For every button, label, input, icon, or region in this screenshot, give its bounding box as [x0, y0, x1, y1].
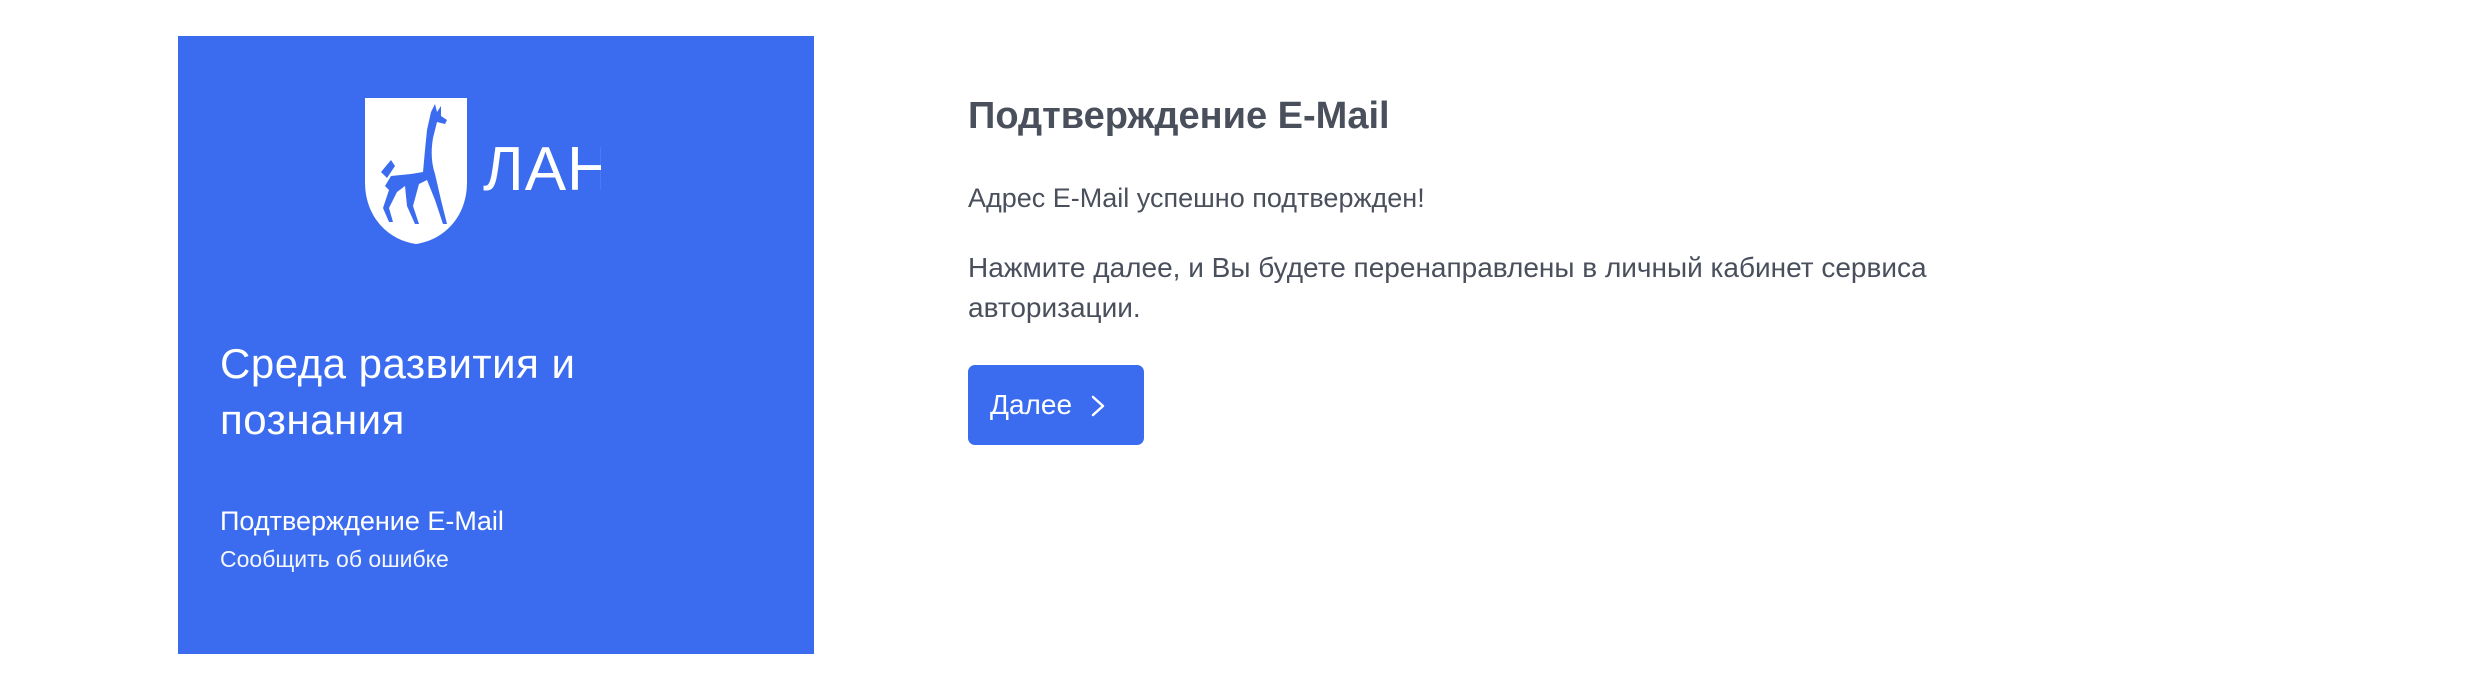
redirect-instruction: Нажмите далее, и Вы будете перенаправлен…: [968, 252, 1927, 323]
brand-panel: ЛАНЬ Среда развития и познания Подтвержд…: [178, 36, 814, 654]
panel-section-label: Подтверждение E-Mail: [220, 506, 504, 536]
logo-wordmark: ЛАНЬ: [483, 135, 601, 204]
success-message: Адрес E-Mail успешно подтвержден!: [968, 183, 1425, 213]
brand-logo: ЛАНЬ: [361, 90, 601, 250]
next-button-label: Далее: [990, 389, 1073, 420]
page: ЛАНЬ Среда развития и познания Подтвержд…: [0, 0, 2481, 684]
brand-tagline: Среда развития и познания: [220, 340, 576, 443]
page-title: Подтверждение E-Mail: [968, 95, 1390, 137]
report-error-link[interactable]: Сообщить об ошибке: [220, 544, 449, 574]
chevron-right-icon: [1088, 393, 1108, 417]
deer-shield-logo-icon: ЛАНЬ: [365, 98, 601, 244]
content-area: Подтверждение E-Mail Адрес E-Mail успешн…: [968, 92, 2068, 445]
next-button[interactable]: Далее: [968, 365, 1144, 445]
